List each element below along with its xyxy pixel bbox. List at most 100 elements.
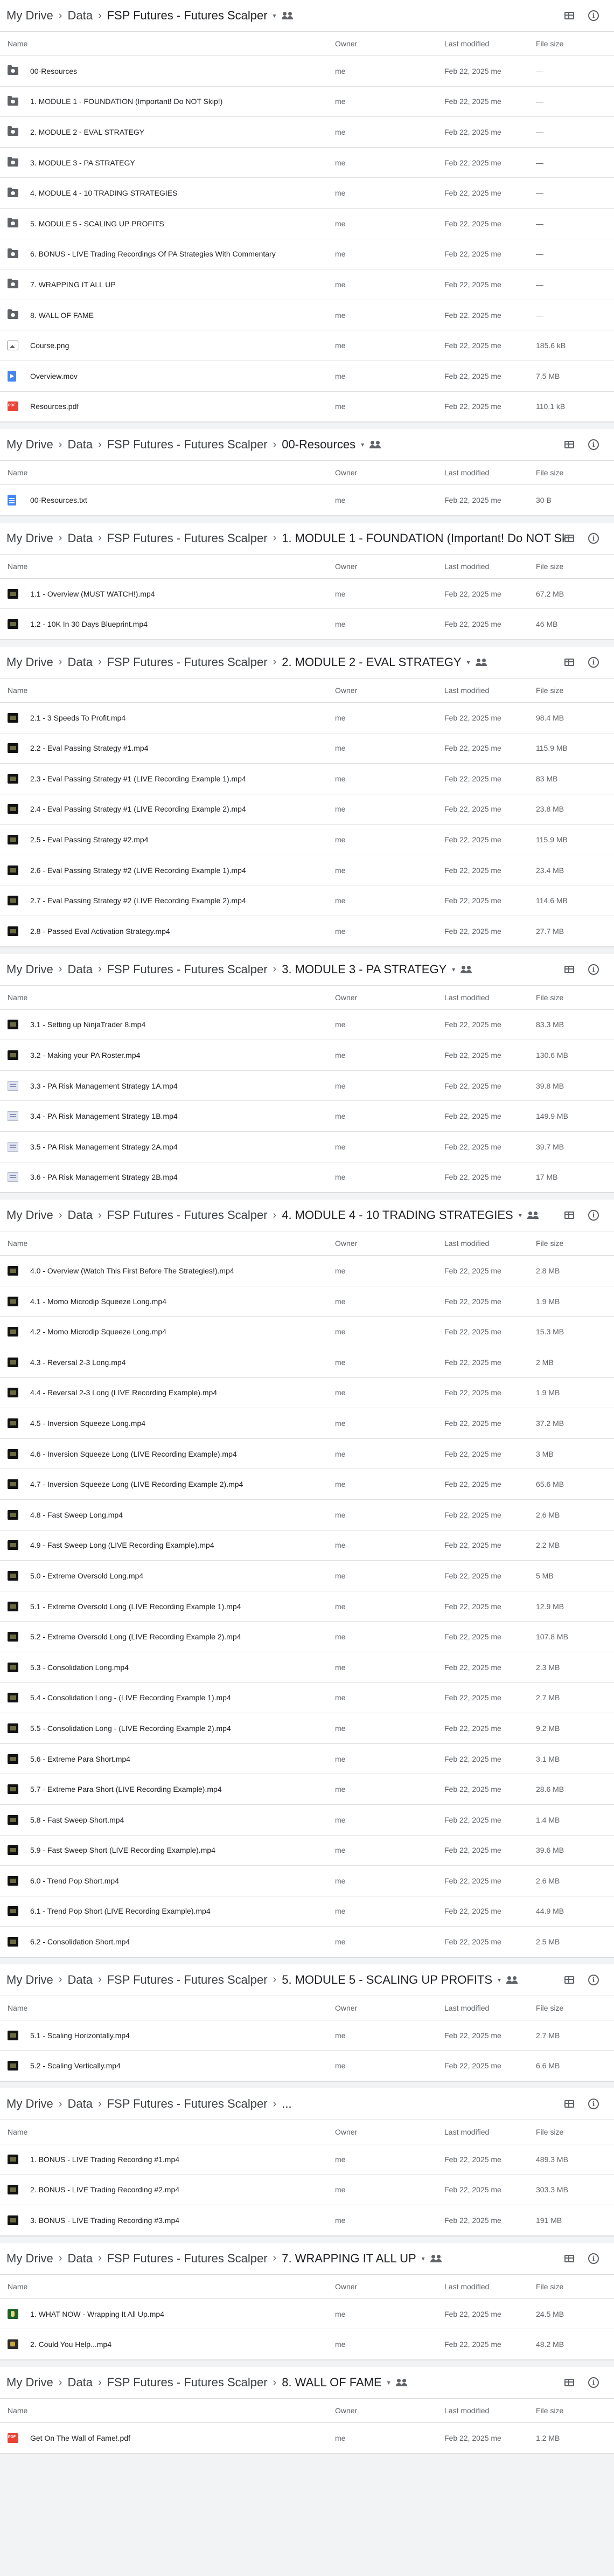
file-row[interactable]: 3.5 - PA Risk Management Strategy 2A.mp4…	[0, 1132, 614, 1162]
column-last-modified[interactable]: Last modified	[444, 562, 536, 571]
file-row[interactable]: 4.3 - Reversal 2-3 Long.mp4 me Feb 22, 202…	[0, 1347, 614, 1378]
info-icon[interactable]: i	[588, 2253, 599, 2264]
info-icon[interactable]: i	[588, 656, 599, 668]
file-row[interactable]: 5.1 - Extreme Oversold Long (LIVE Record…	[0, 1591, 614, 1622]
file-row[interactable]: 6. BONUS - LIVE Trading Recordings Of PA…	[0, 239, 614, 270]
column-owner[interactable]: Owner	[335, 468, 444, 477]
breadcrumb-item[interactable]: FSP Futures - Futures Scalper	[106, 960, 269, 979]
info-icon[interactable]: i	[588, 1974, 599, 1985]
file-row[interactable]: 3. MODULE 3 - PA STRATEGY me Feb 22, 2025 …	[0, 148, 614, 178]
column-file-size[interactable]: File size	[536, 39, 614, 48]
breadcrumb-item[interactable]: 8. WALL OF FAME	[281, 2373, 382, 2392]
file-row[interactable]: Course.png me Feb 22, 2025 me 185.6 kB	[0, 330, 614, 361]
file-row[interactable]: 3.3 - PA Risk Management Strategy 1A.mp4…	[0, 1071, 614, 1102]
column-file-size[interactable]: File size	[536, 2282, 614, 2291]
column-last-modified[interactable]: Last modified	[444, 993, 536, 1002]
breadcrumb-item[interactable]: 3. MODULE 3 - PA STRATEGY	[281, 960, 448, 979]
column-last-modified[interactable]: Last modified	[444, 39, 536, 48]
breadcrumb-item[interactable]: FSP Futures - Futures Scalper	[106, 2249, 269, 2268]
info-icon[interactable]: i	[588, 964, 599, 975]
column-owner[interactable]: Owner	[335, 2282, 444, 2291]
breadcrumb-item[interactable]: My Drive	[5, 1971, 54, 1989]
breadcrumb-item[interactable]: Data	[66, 2095, 93, 2113]
file-row[interactable]: Resources.pdf me Feb 22, 2025 me 110.1 kB	[0, 392, 614, 423]
column-name[interactable]: Name	[0, 2406, 335, 2415]
file-row[interactable]: 6.2 - Consolidation Short.mp4 me Feb 22, 2…	[0, 1927, 614, 1957]
breadcrumb-item[interactable]: Data	[66, 529, 93, 548]
column-last-modified[interactable]: Last modified	[444, 2128, 536, 2136]
dropdown-caret-icon[interactable]: ▾	[273, 12, 276, 19]
dropdown-caret-icon[interactable]: ▾	[467, 659, 470, 666]
breadcrumb-item[interactable]: Data	[66, 1971, 93, 1989]
list-view-icon[interactable]	[564, 1211, 574, 1220]
file-row[interactable]: 2. Could You Help...mp4 me Feb 22, 2025 me…	[0, 2329, 614, 2360]
breadcrumb-item[interactable]: Data	[66, 1206, 93, 1224]
file-row[interactable]: 3.2 - Making your PA Roster.mp4 me Feb 22,…	[0, 1040, 614, 1071]
breadcrumb-item[interactable]: 00-Resources	[281, 435, 357, 454]
file-row[interactable]: 5.7 - Extreme Para Short (LIVE Recording…	[0, 1774, 614, 1805]
breadcrumb-item[interactable]: My Drive	[5, 6, 54, 25]
dropdown-caret-icon[interactable]: ▾	[422, 2255, 425, 2262]
file-row[interactable]: 4.1 - Momo Microdip Squeeze Long.mp4 me Fe…	[0, 1286, 614, 1317]
file-row[interactable]: 00-Resources.txt me Feb 22, 2025 me 30 B	[0, 485, 614, 516]
info-icon[interactable]: i	[588, 439, 599, 451]
breadcrumb-item[interactable]: FSP Futures - Futures Scalper	[106, 6, 269, 25]
file-row[interactable]: 3.4 - PA Risk Management Strategy 1B.mp4…	[0, 1101, 614, 1132]
breadcrumb-item[interactable]: 1. MODULE 1 - FOUNDATION (Important! Do …	[281, 529, 564, 548]
file-row[interactable]: 2.3 - Eval Passing Strategy #1 (LIVE Rec…	[0, 764, 614, 794]
breadcrumb-item[interactable]: My Drive	[5, 1206, 54, 1224]
list-view-icon[interactable]	[564, 441, 574, 449]
file-row[interactable]: 2. BONUS - LIVE Trading Recording #2.mp4…	[0, 2175, 614, 2206]
breadcrumb-item[interactable]: My Drive	[5, 2373, 54, 2392]
column-owner[interactable]: Owner	[335, 39, 444, 48]
file-row[interactable]: Get On The Wall of Fame!.pdf me Feb 22, 20…	[0, 2423, 614, 2454]
column-name[interactable]: Name	[0, 2282, 335, 2291]
info-icon[interactable]: i	[588, 532, 599, 544]
column-last-modified[interactable]: Last modified	[444, 686, 536, 695]
file-row[interactable]: 1.1 - Overview (MUST WATCH!).mp4 me Feb 22…	[0, 579, 614, 610]
breadcrumb-item[interactable]: FSP Futures - Futures Scalper	[106, 1971, 269, 1989]
file-row[interactable]: 4.2 - Momo Microdip Squeeze Long.mp4 me Fe…	[0, 1317, 614, 1347]
breadcrumb-item[interactable]: FSP Futures - Futures Scalper	[106, 2095, 269, 2113]
column-file-size[interactable]: File size	[536, 1239, 614, 1248]
file-row[interactable]: 1. BONUS - LIVE Trading Recording #1.mp4…	[0, 2144, 614, 2175]
file-row[interactable]: 5.3 - Consolidation Long.mp4 me Feb 22, 20…	[0, 1652, 614, 1683]
file-row[interactable]: 2.1 - 3 Speeds To Profit.mp4 me Feb 22, 20…	[0, 703, 614, 733]
file-row[interactable]: 8. WALL OF FAME me Feb 22, 2025 me —	[0, 300, 614, 331]
file-row[interactable]: 5.1 - Scaling Horizontally.mp4 me Feb 22, …	[0, 2020, 614, 2051]
file-row[interactable]: 2.4 - Eval Passing Strategy #1 (LIVE Rec…	[0, 794, 614, 825]
file-row[interactable]: 5.0 - Extreme Oversold Long.mp4 me Feb 22,…	[0, 1561, 614, 1591]
column-name[interactable]: Name	[0, 468, 335, 477]
dropdown-caret-icon[interactable]: ▾	[361, 441, 364, 448]
file-row[interactable]: 00-Resources me Feb 22, 2025 me —	[0, 56, 614, 87]
file-row[interactable]: 1.2 - 10K In 30 Days Blueprint.mp4 me Feb …	[0, 609, 614, 640]
breadcrumb-item[interactable]: 7. WRAPPING IT ALL UP	[281, 2249, 417, 2268]
file-row[interactable]: 5.8 - Fast Sweep Short.mp4 me Feb 22, 2025…	[0, 1805, 614, 1836]
file-row[interactable]: 5. MODULE 5 - SCALING UP PROFITS me Feb 22…	[0, 209, 614, 239]
column-file-size[interactable]: File size	[536, 2004, 614, 2012]
file-row[interactable]: 2.2 - Eval Passing Strategy #1.mp4 me Feb …	[0, 733, 614, 764]
file-row[interactable]: 4.8 - Fast Sweep Long.mp4 me Feb 22, 2025 …	[0, 1500, 614, 1531]
info-icon[interactable]: i	[588, 10, 599, 21]
list-view-icon[interactable]	[564, 534, 574, 542]
file-row[interactable]: 5.2 - Extreme Oversold Long (LIVE Record…	[0, 1622, 614, 1652]
file-row[interactable]: 4.9 - Fast Sweep Long (LIVE Recording Ex…	[0, 1531, 614, 1561]
file-row[interactable]: 4.6 - Inversion Squeeze Long (LIVE Recor…	[0, 1439, 614, 1470]
file-row[interactable]: 1. WHAT NOW - Wrapping It All Up.mp4 me Fe…	[0, 2299, 614, 2330]
breadcrumb-item[interactable]: Data	[66, 960, 93, 979]
column-name[interactable]: Name	[0, 39, 335, 48]
column-file-size[interactable]: File size	[536, 468, 614, 477]
list-view-icon[interactable]	[564, 658, 574, 666]
file-row[interactable]: 4.4 - Reversal 2-3 Long (LIVE Recording …	[0, 1378, 614, 1409]
column-last-modified[interactable]: Last modified	[444, 2282, 536, 2291]
file-row[interactable]: 6.0 - Trend Pop Short.mp4 me Feb 22, 2025 …	[0, 1866, 614, 1896]
breadcrumb-item[interactable]: My Drive	[5, 2249, 54, 2268]
column-name[interactable]: Name	[0, 686, 335, 695]
file-row[interactable]: 2. MODULE 2 - EVAL STRATEGY me Feb 22, 202…	[0, 117, 614, 148]
file-row[interactable]: 5.4 - Consolidation Long - (LIVE Recordi…	[0, 1683, 614, 1714]
file-row[interactable]: 2.5 - Eval Passing Strategy #2.mp4 me Feb …	[0, 825, 614, 855]
file-row[interactable]: 5.5 - Consolidation Long - (LIVE Recordi…	[0, 1713, 614, 1744]
breadcrumb-item[interactable]: My Drive	[5, 960, 54, 979]
column-name[interactable]: Name	[0, 993, 335, 1002]
breadcrumb-item[interactable]: FSP Futures - Futures Scalper	[106, 2373, 269, 2392]
